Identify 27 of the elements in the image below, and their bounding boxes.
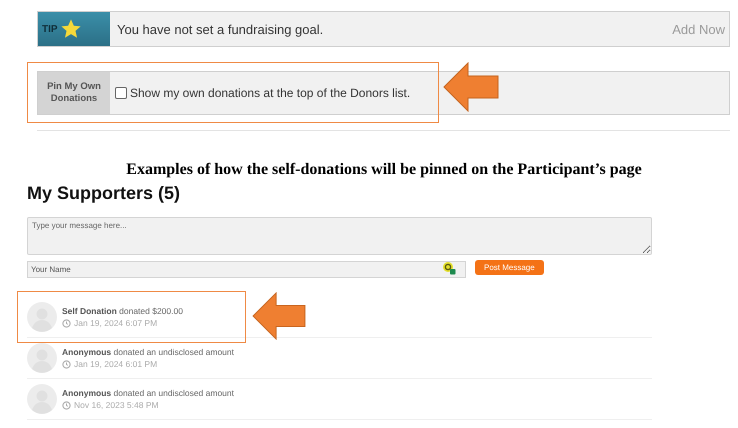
clock-icon [62, 400, 71, 410]
left-arrow-icon [251, 292, 307, 340]
name-field[interactable]: Your Name [27, 261, 466, 278]
donation-time: Nov 16, 2023 5:48 PM [74, 400, 159, 410]
donation-time: Jan 19, 2024 6:07 PM [74, 318, 158, 328]
clock-icon [62, 318, 71, 328]
checkbox[interactable] [115, 87, 127, 99]
post-message-button[interactable]: Post Message [475, 260, 544, 275]
tip-label: TIP [42, 24, 58, 34]
add-now-link[interactable]: Add Now [672, 22, 725, 36]
donation-text: Self Donation donated $200.00 [62, 306, 183, 316]
tip-message: You have not set a fundraising goal. [117, 22, 324, 36]
donation-time: Jan 19, 2024 6:01 PM [74, 359, 158, 369]
checkbox-label[interactable]: Show my own donations at the top of the Donors list. [130, 86, 410, 100]
left-arrow-icon [443, 62, 499, 112]
message-field[interactable]: Type your message here... [27, 217, 652, 255]
section-title: My Supporters (5) [27, 183, 182, 204]
donation-text: Anonymous donated an undisclosed amount [62, 388, 234, 398]
avatar [27, 343, 57, 373]
caption: Examples of how the self-donations will be pinned on the Participant’s page [125, 161, 643, 179]
donation-text: Anonymous donated an undisclosed amount [62, 347, 234, 357]
avatar [27, 302, 57, 332]
star-icon [60, 18, 82, 40]
clock-icon [62, 360, 71, 368]
avatar [27, 384, 57, 414]
password-manager-icon[interactable] [442, 261, 456, 275]
setting-label: Pin My Own Donations [38, 72, 110, 114]
